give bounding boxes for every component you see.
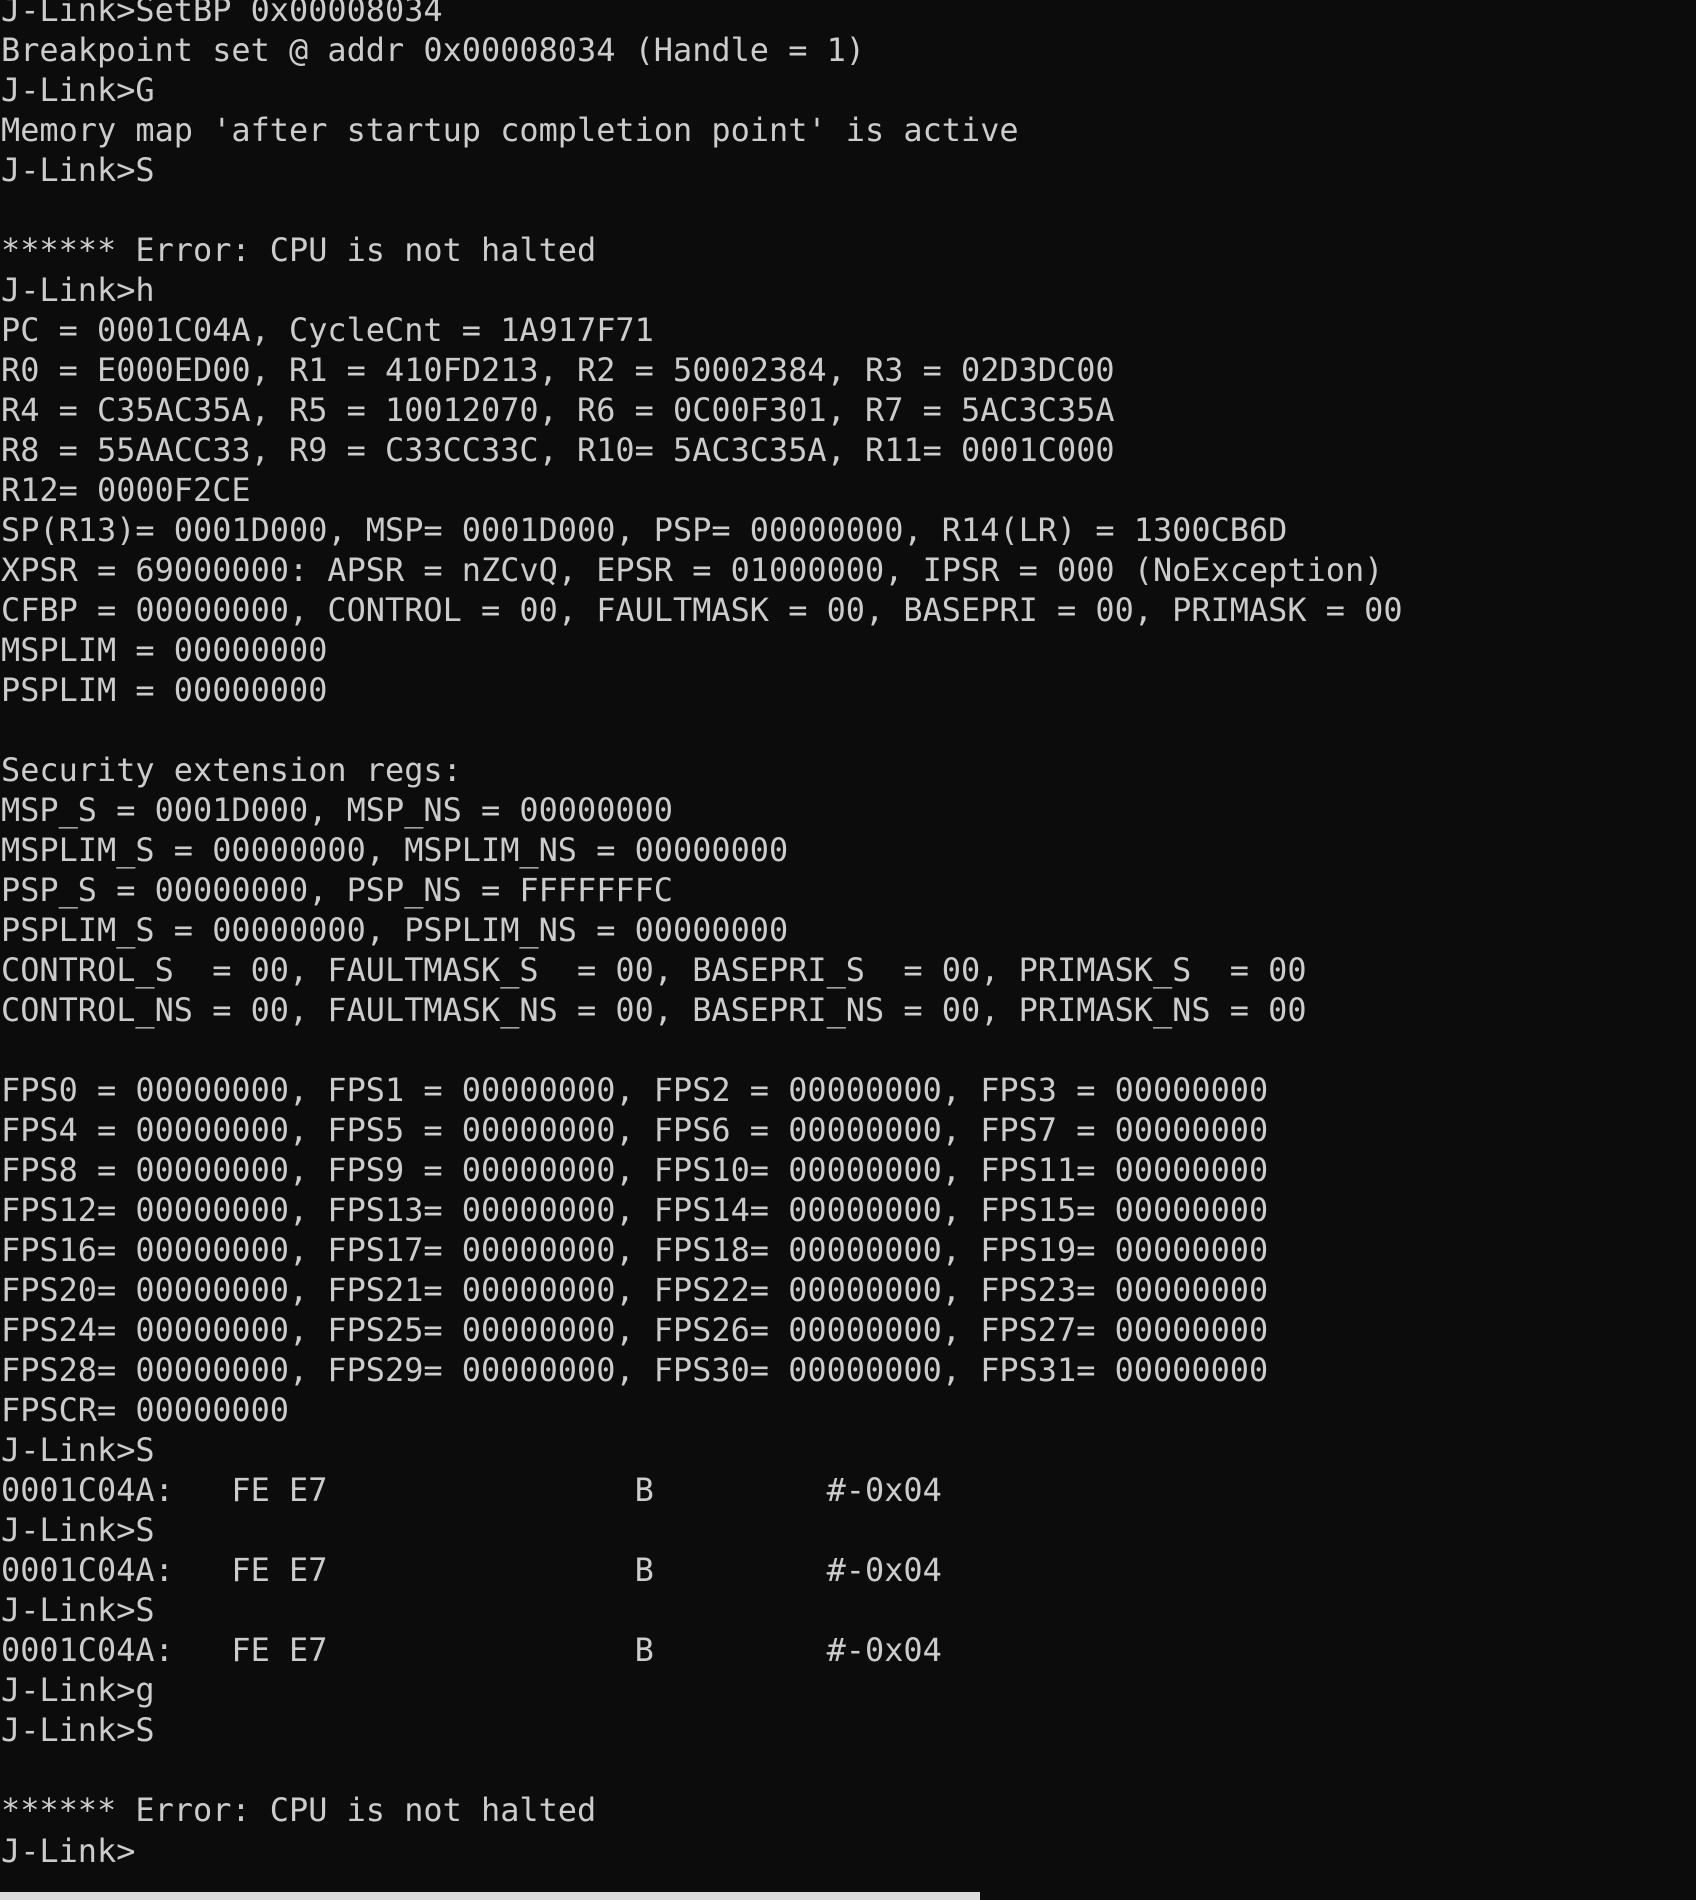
- console-line: 0001C04A: FE E7 B #-0x04: [1, 1471, 942, 1509]
- console-line: ****** Error: CPU is not halted: [1, 1791, 597, 1829]
- console-output: J-Link>SetBP 0x00008034 Breakpoint set @ …: [0, 0, 1696, 1830]
- console-window[interactable]: J-Link>SetBP 0x00008034 Breakpoint set @ …: [0, 0, 1696, 1880]
- console-line: J-Link>g: [1, 1671, 155, 1709]
- console-line: MSPLIM_S = 00000000, MSPLIM_NS = 0000000…: [1, 831, 789, 869]
- console-line: FPS16= 00000000, FPS17= 00000000, FPS18=…: [1, 1231, 1269, 1269]
- console-line: J-Link>G: [1, 71, 155, 109]
- console-line: J-Link>S: [1, 151, 155, 189]
- console-line: SP(R13)= 0001D000, MSP= 0001D000, PSP= 0…: [1, 511, 1288, 549]
- console-line: MSP_S = 0001D000, MSP_NS = 00000000: [1, 791, 673, 829]
- console-line: PSP_S = 00000000, PSP_NS = FFFFFFFC: [1, 871, 673, 909]
- console-line: FPS28= 00000000, FPS29= 00000000, FPS30=…: [1, 1351, 1269, 1389]
- command-prompt: J-Link>: [1, 1832, 136, 1870]
- console-line: XPSR = 69000000: APSR = nZCvQ, EPSR = 01…: [1, 551, 1384, 589]
- console-line: J-Link>SetBP 0x00008034: [1, 0, 443, 29]
- console-line: FPSCR= 00000000: [1, 1391, 289, 1429]
- console-line: J-Link>S: [1, 1711, 155, 1749]
- console-line: J-Link>S: [1, 1431, 155, 1469]
- console-line: J-Link>S: [1, 1511, 155, 1549]
- console-line: Breakpoint set @ addr 0x00008034 (Handle…: [1, 31, 865, 69]
- console-line: FPS0 = 00000000, FPS1 = 00000000, FPS2 =…: [1, 1071, 1269, 1109]
- console-line: PSPLIM = 00000000: [1, 671, 328, 709]
- console-line: R8 = 55AACC33, R9 = C33CC33C, R10= 5AC3C…: [1, 431, 1115, 469]
- console-line: CONTROL_NS = 00, FAULTMASK_NS = 00, BASE…: [1, 991, 1307, 1029]
- console-line: FPS20= 00000000, FPS21= 00000000, FPS22=…: [1, 1271, 1269, 1309]
- console-line: PSPLIM_S = 00000000, PSPLIM_NS = 0000000…: [1, 911, 789, 949]
- console-line: FPS12= 00000000, FPS13= 00000000, FPS14=…: [1, 1191, 1269, 1229]
- console-line: J-Link>S: [1, 1591, 155, 1629]
- console-line: R4 = C35AC35A, R5 = 10012070, R6 = 0C00F…: [1, 391, 1115, 429]
- scrollbar-thumb[interactable]: [0, 1892, 980, 1900]
- console-line: J-Link>h: [1, 271, 155, 309]
- console-line: ****** Error: CPU is not halted: [1, 231, 597, 269]
- horizontal-scrollbar[interactable]: [0, 1890, 1696, 1900]
- console-line: Memory map 'after startup completion poi…: [1, 111, 1019, 149]
- console-line: PC = 0001C04A, CycleCnt = 1A917F71: [1, 311, 654, 349]
- console-line: MSPLIM = 00000000: [1, 631, 328, 669]
- console-line: R12= 0000F2CE: [1, 471, 251, 509]
- console-line: FPS4 = 00000000, FPS5 = 00000000, FPS6 =…: [1, 1111, 1269, 1149]
- console-line: Security extension regs:: [1, 751, 462, 789]
- console-line: CONTROL_S = 00, FAULTMASK_S = 00, BASEPR…: [1, 951, 1307, 989]
- command-prompt-line[interactable]: J-Link>: [0, 1830, 1696, 1870]
- console-line: FPS8 = 00000000, FPS9 = 00000000, FPS10=…: [1, 1151, 1269, 1189]
- console-line: CFBP = 00000000, CONTROL = 00, FAULTMASK…: [1, 591, 1403, 629]
- console-line: R0 = E000ED00, R1 = 410FD213, R2 = 50002…: [1, 351, 1115, 389]
- console-line: 0001C04A: FE E7 B #-0x04: [1, 1551, 942, 1589]
- console-line: FPS24= 00000000, FPS25= 00000000, FPS26=…: [1, 1311, 1269, 1349]
- console-line: 0001C04A: FE E7 B #-0x04: [1, 1631, 942, 1669]
